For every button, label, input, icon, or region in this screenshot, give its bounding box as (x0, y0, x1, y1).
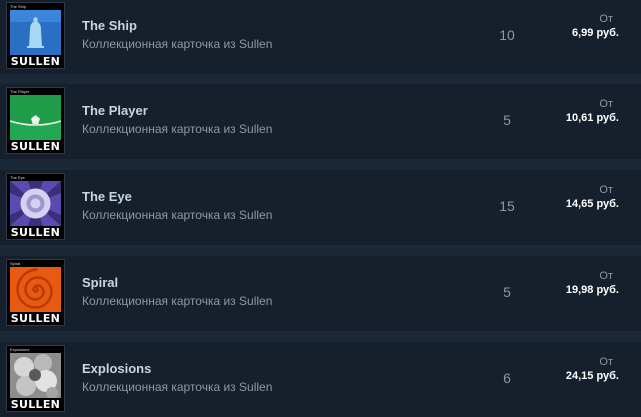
listing-price: От 6,99 руб. (529, 12, 619, 40)
listing-quantity: 10 (499, 27, 515, 43)
card-thumbnail-label: Spiral (10, 261, 21, 266)
card-thumbnail: Spiral SULLEN (6, 259, 65, 326)
card-logo-text: SULLEN (10, 312, 61, 325)
listing-quantity: 5 (503, 284, 511, 300)
market-listing-list: The Ship SULLEN The Ship Коллекционная к… (0, 0, 641, 417)
card-name: The Player (82, 103, 148, 118)
card-name: The Eye (82, 189, 132, 204)
player-field-icon (10, 95, 61, 140)
card-subtitle: Коллекционная карточка из Sullen (82, 208, 273, 222)
price-prefix: От (599, 13, 613, 25)
card-logo-text: SULLEN (10, 55, 61, 68)
market-listing-row[interactable]: The Ship SULLEN The Ship Коллекционная к… (0, 0, 641, 74)
card-thumbnail: The Player SULLEN (6, 87, 65, 154)
card-thumbnail-label: The Ship (10, 4, 27, 9)
card-logo-text: SULLEN (10, 226, 61, 239)
card-subtitle: Коллекционная карточка из Sullen (82, 380, 273, 394)
price-prefix: От (599, 184, 613, 196)
listing-price: От 24,15 руб. (529, 355, 619, 383)
listing-price: От 10,61 руб. (529, 97, 619, 125)
market-listing-row[interactable]: Explosions SULLEN Explosions Коллекционн… (0, 342, 641, 417)
spiral-icon (10, 267, 61, 312)
card-name: The Ship (82, 18, 137, 33)
eye-icon (10, 181, 61, 226)
price-amount: 19,98 руб. (565, 284, 619, 296)
card-subtitle: Коллекционная карточка из Sullen (82, 294, 273, 308)
price-prefix: От (599, 98, 613, 110)
card-name: Spiral (82, 275, 119, 290)
price-amount: 6,99 руб. (571, 27, 619, 39)
explosion-icon (10, 353, 61, 398)
listing-quantity: 15 (499, 198, 515, 214)
card-logo-text: SULLEN (10, 140, 61, 153)
card-subtitle: Коллекционная карточка из Sullen (82, 122, 273, 136)
listing-price: От 19,98 руб. (529, 269, 619, 297)
card-thumbnail-label: The Eye (10, 175, 25, 180)
price-amount: 10,61 руб. (565, 112, 619, 124)
ship-bell-icon (10, 10, 61, 55)
card-thumbnail: The Eye SULLEN (6, 173, 65, 240)
market-listing-row[interactable]: The Player SULLEN The Player Коллекционн… (0, 84, 641, 159)
market-listing-row[interactable]: Spiral SULLEN Spiral Коллекционная карто… (0, 256, 641, 331)
price-amount: 14,65 руб. (565, 198, 619, 210)
listing-price: От 14,65 руб. (529, 183, 619, 211)
price-prefix: От (599, 356, 613, 368)
listing-quantity: 5 (503, 112, 511, 128)
card-thumbnail-label: Explosions (10, 347, 30, 352)
market-listing-row[interactable]: The Eye SULLEN The Eye Коллекционная кар… (0, 170, 641, 245)
listing-quantity: 6 (503, 370, 511, 386)
card-name: Explosions (82, 361, 152, 376)
card-thumbnail: The Ship SULLEN (6, 2, 65, 69)
card-logo-text: SULLEN (10, 398, 61, 411)
card-thumbnail: Explosions SULLEN (6, 345, 65, 412)
price-amount: 24,15 руб. (565, 370, 619, 382)
card-thumbnail-label: The Player (10, 89, 30, 94)
price-prefix: От (599, 270, 613, 282)
card-subtitle: Коллекционная карточка из Sullen (82, 37, 273, 51)
